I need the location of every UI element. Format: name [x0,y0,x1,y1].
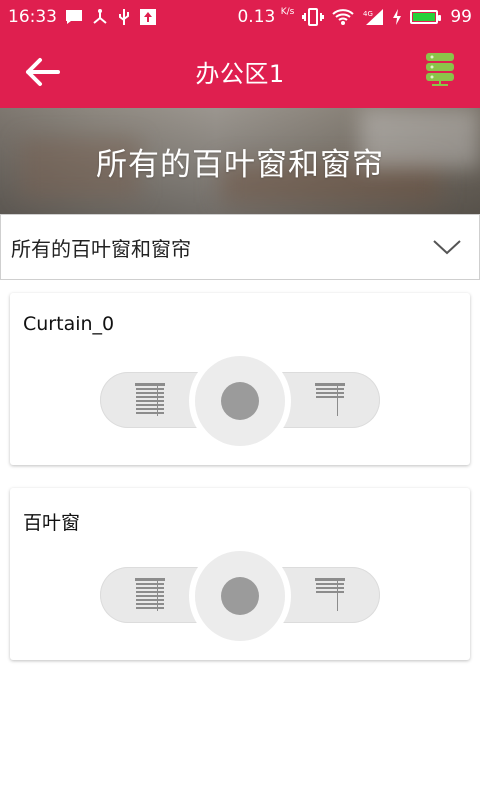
blinds-close-icon [315,578,345,611]
dropdown-selected-value: 所有的百叶窗和窗帘 [11,236,191,261]
blinds-open-icon [135,578,165,611]
curtain-control [100,356,380,446]
close-button[interactable] [280,372,380,428]
device-card: 百叶窗 [10,488,470,660]
group-dropdown[interactable]: 所有的百叶窗和窗帘 [0,214,480,280]
network-speed-unit: K/s [280,7,295,17]
app-bar: 办公区1 [0,34,480,108]
server-button[interactable] [422,50,458,90]
open-button[interactable] [100,372,200,428]
server-icon [426,53,454,86]
curtain-control [100,551,380,641]
network-speed-value: 0.13 [237,7,276,27]
blinds-close-icon [315,383,345,416]
device-name: Curtain_0 [23,313,115,335]
stop-button[interactable] [195,551,285,641]
charging-icon [392,8,402,26]
signal-4g-icon: 4G [362,8,384,26]
banner-image: 所有的百叶窗和窗帘 [0,108,480,214]
banner-title: 所有的百叶窗和窗帘 [96,146,384,183]
battery-icon [410,10,442,24]
usb-icon [117,8,131,26]
battery-level: 99 [450,7,472,27]
page-title: 办公区1 [195,59,285,88]
usb-share-icon [91,8,109,26]
vibrate-icon [302,8,325,26]
status-bar: 16:33 0.13 K/s 4G 99 [0,0,480,34]
chevron-down-icon [433,240,461,255]
blinds-open-icon [135,383,165,416]
upload-icon [139,8,157,26]
wifi-icon [332,8,355,26]
stop-button[interactable] [195,356,285,446]
svg-text:4G: 4G [363,10,373,18]
device-name: 百叶窗 [23,512,81,534]
message-icon [65,9,83,25]
close-button[interactable] [280,567,380,623]
stop-icon [221,382,259,420]
stop-icon [221,577,259,615]
open-button[interactable] [100,567,200,623]
network-speed: 0.13 K/s [237,7,294,27]
status-time: 16:33 [8,7,57,27]
device-card: Curtain_0 [10,293,470,465]
